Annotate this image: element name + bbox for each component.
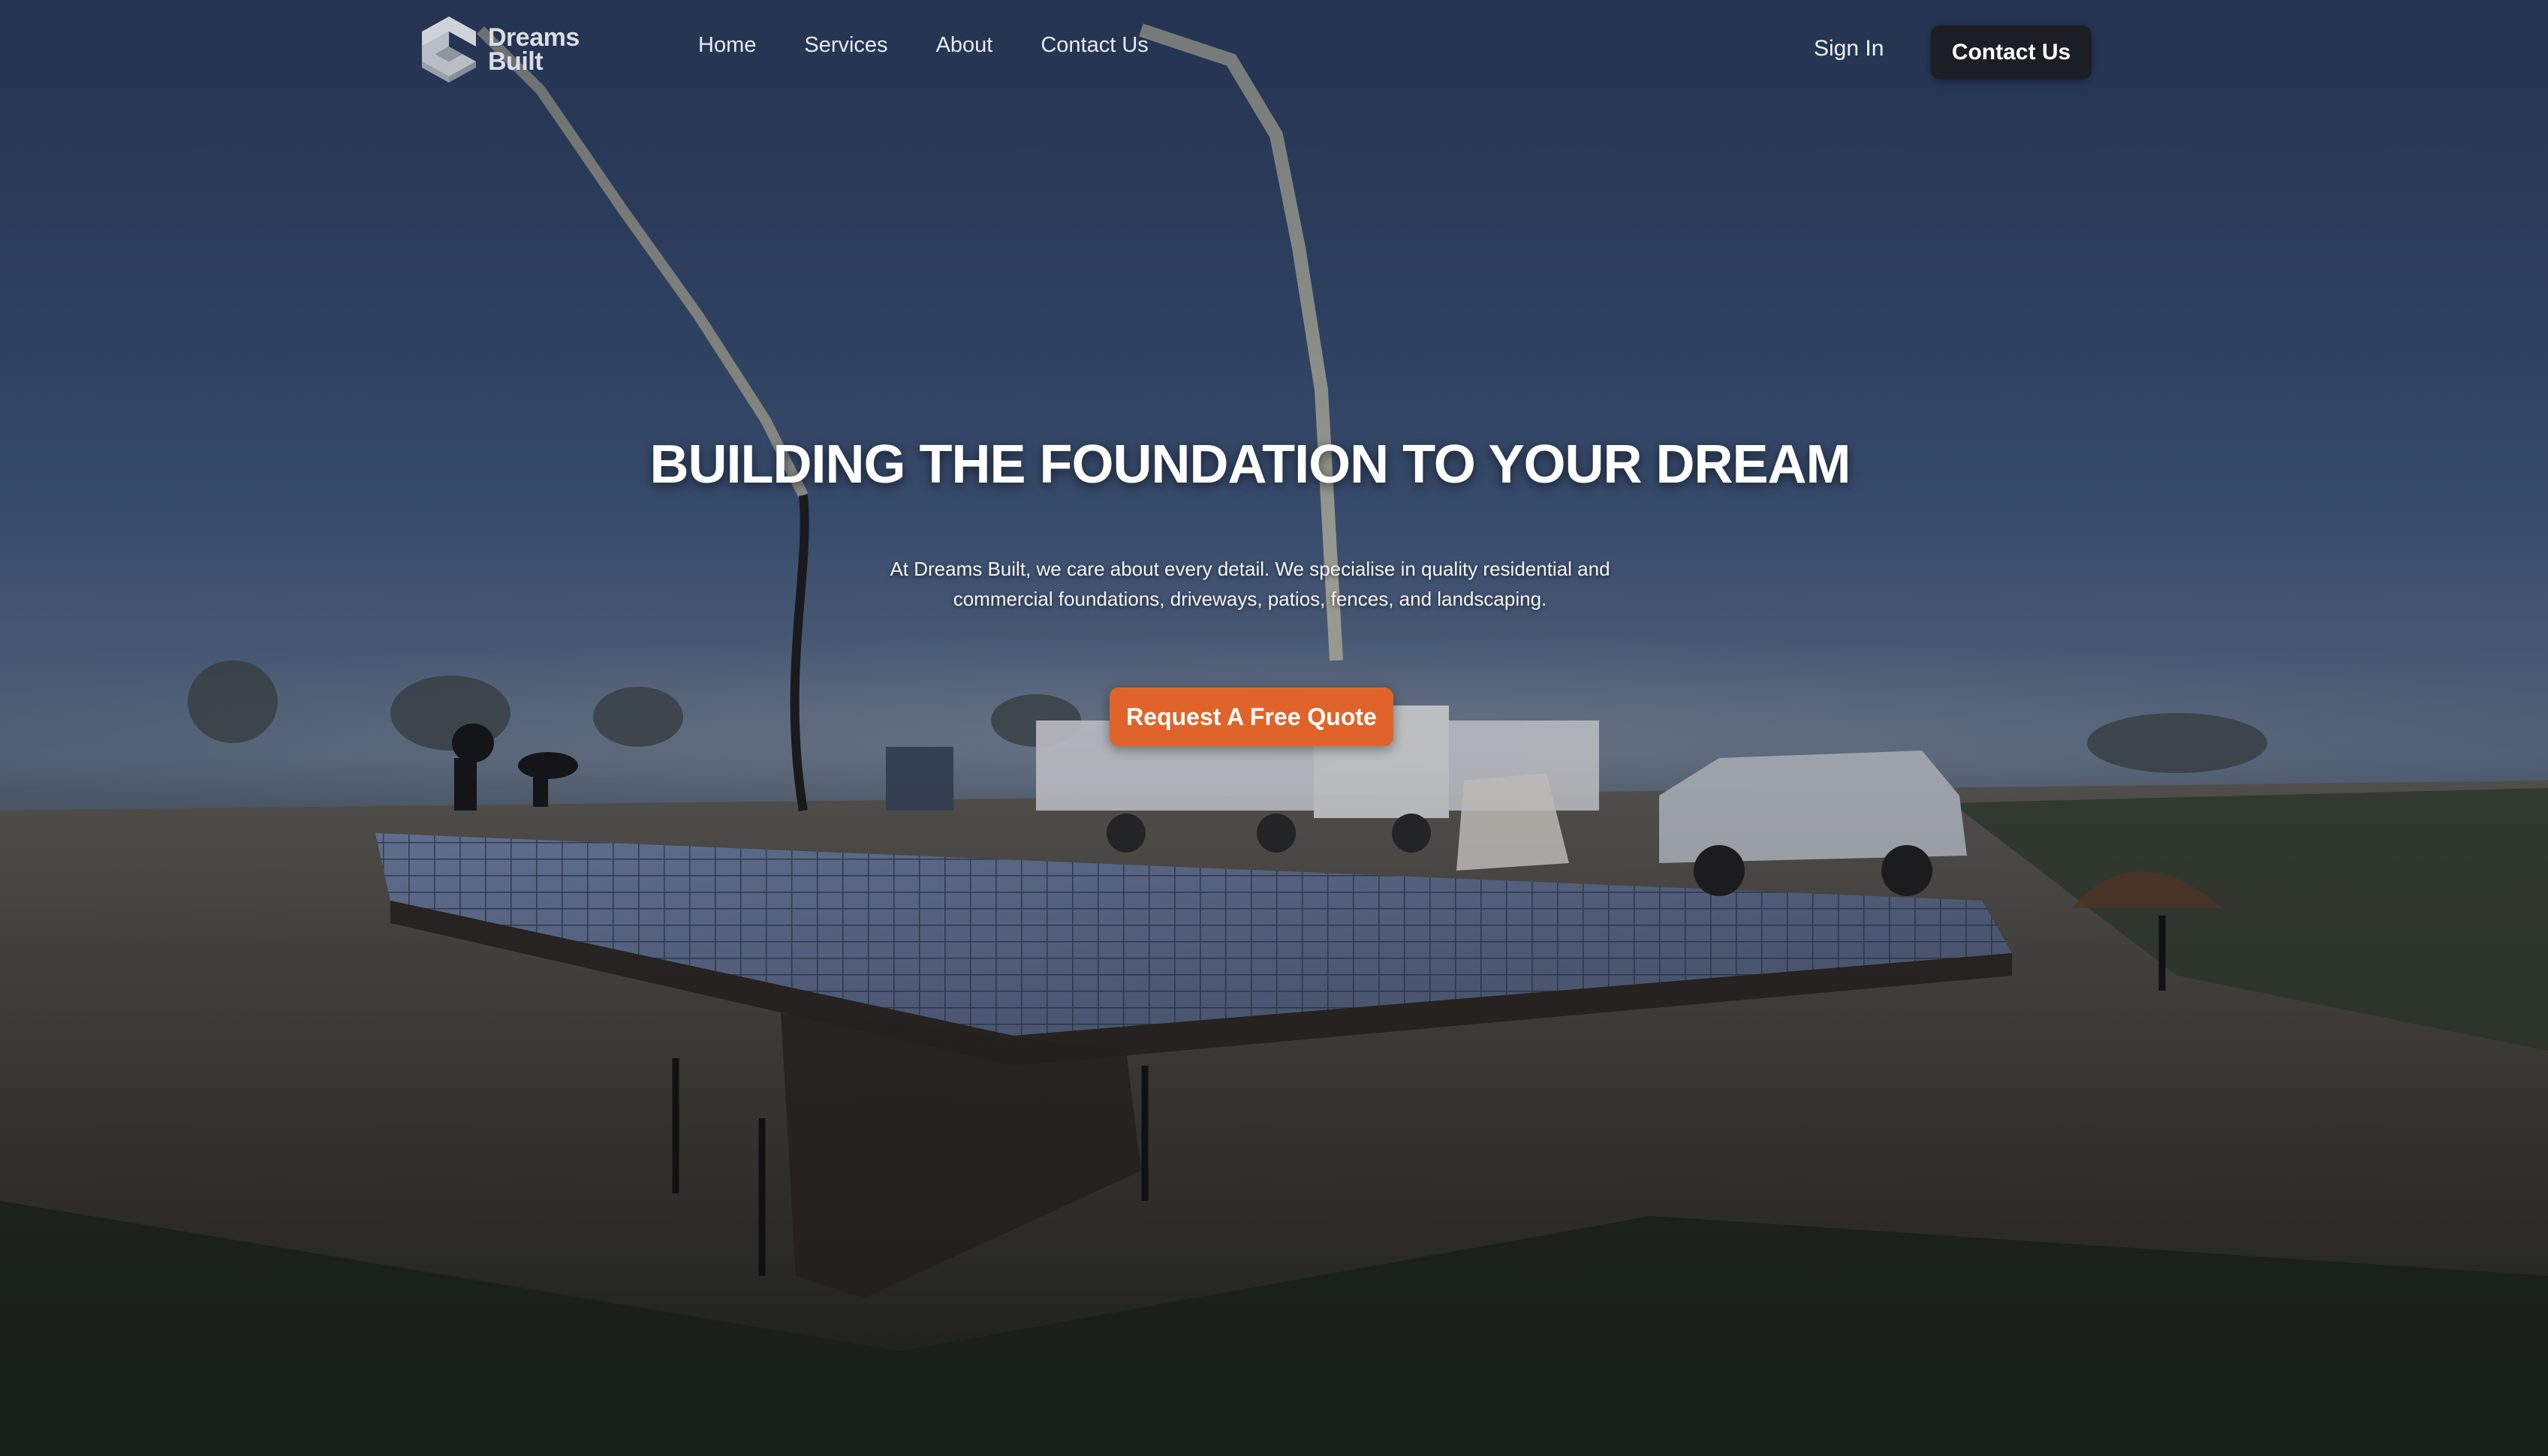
- brand-name-line-1: Dreams: [488, 23, 580, 52]
- nav-link-contact-us[interactable]: Contact Us: [1041, 33, 1148, 58]
- sign-in-link[interactable]: Sign In: [1814, 36, 1884, 62]
- brand-name-line-2: Built: [488, 47, 544, 76]
- brand-name: Dreams Built: [488, 23, 580, 76]
- hero-description: At Dreams Built, we care about every det…: [890, 558, 1610, 610]
- hero-section: Dreams Built Home Services About Contact…: [0, 0, 2548, 1456]
- hero-headline: BUILDING THE FOUNDATION TO YOUR DREAM: [649, 435, 1851, 495]
- contact-us-button[interactable]: Contact Us: [1931, 26, 2092, 80]
- nav-link-about[interactable]: About: [936, 33, 993, 58]
- stacked-cube-logo-icon: [422, 17, 476, 83]
- nav-links: Home Services About Contact Us: [698, 33, 1149, 58]
- nav-link-services[interactable]: Services: [804, 33, 887, 58]
- nav-link-home[interactable]: Home: [698, 33, 756, 58]
- brand-logo[interactable]: Dreams Built: [419, 14, 580, 86]
- request-quote-button[interactable]: Request A Free Quote: [1110, 687, 1393, 746]
- top-navigation: Dreams Built Home Services About Contact…: [0, 0, 2548, 105]
